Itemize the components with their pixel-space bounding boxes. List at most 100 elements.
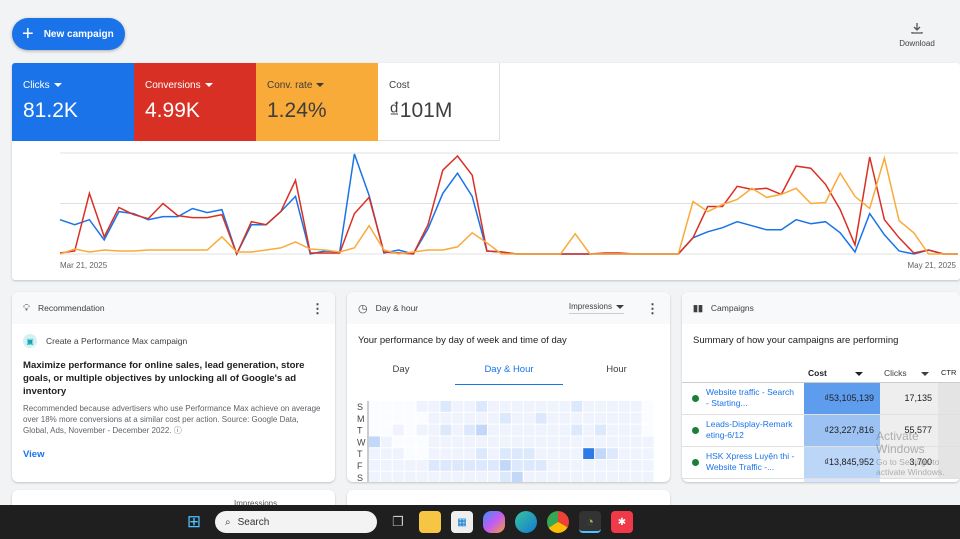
windows-start-icon[interactable]: ⊞ — [183, 511, 205, 533]
tab-day-hour[interactable]: Day & Hour — [455, 364, 563, 385]
heatmap-cell[interactable] — [476, 424, 487, 436]
help-icon[interactable]: ⓘ — [174, 426, 182, 435]
scorecard-clicks[interactable]: Clicks 81.2K — [12, 63, 134, 141]
heatmap-cell[interactable] — [523, 448, 535, 459]
scorecard-conversions[interactable]: Conversions 4.99K — [134, 63, 256, 141]
heatmap-cell[interactable] — [618, 436, 630, 448]
edge-icon[interactable] — [515, 511, 537, 533]
heatmap-cell[interactable] — [499, 460, 511, 471]
heatmap-cell[interactable] — [404, 424, 416, 436]
app-icon[interactable]: ◔ — [579, 511, 601, 533]
heatmap-cell[interactable] — [369, 412, 380, 424]
heatmap-cell[interactable] — [511, 424, 523, 436]
heatmap-cell[interactable] — [607, 401, 618, 412]
heatmap-cell[interactable] — [428, 460, 440, 471]
heatmap-cell[interactable] — [499, 401, 511, 412]
heatmap-cell[interactable] — [476, 471, 487, 482]
heatmap-cell[interactable] — [618, 412, 630, 424]
heatmap-cell[interactable] — [535, 448, 547, 459]
column-header-cost[interactable]: Cost — [804, 364, 880, 382]
heatmap-cell[interactable] — [511, 401, 523, 412]
scorecard-cost[interactable]: Cost ₫101M — [378, 63, 500, 141]
heatmap-cell[interactable] — [618, 471, 630, 482]
heatmap-cell[interactable] — [464, 471, 476, 482]
heatmap-cell[interactable] — [630, 460, 642, 471]
campaign-name-link[interactable]: Website traffic - Search - Starting... — [706, 387, 798, 409]
campaign-row[interactable]: Awareness & consideration - Video ₫5,477… — [682, 478, 960, 482]
heatmap-cell[interactable] — [428, 412, 440, 424]
copilot-icon[interactable] — [483, 511, 505, 533]
heatmap-cell[interactable] — [464, 424, 476, 436]
heatmap-cell[interactable] — [523, 412, 535, 424]
column-header-clicks[interactable]: Clicks — [880, 364, 938, 382]
heatmap-cell[interactable] — [464, 412, 476, 424]
heatmap-cell[interactable] — [440, 471, 452, 482]
heatmap-cell[interactable] — [547, 448, 559, 459]
heatmap-cell[interactable] — [595, 448, 606, 459]
more-options-icon[interactable]: ⋮ — [311, 302, 324, 315]
heatmap-cell[interactable] — [511, 471, 523, 482]
heatmap-cell[interactable] — [595, 460, 606, 471]
heatmap-cell[interactable] — [583, 424, 595, 436]
heatmap-cell[interactable] — [499, 436, 511, 448]
heatmap-cell[interactable] — [452, 401, 464, 412]
heatmap-cell[interactable] — [476, 436, 487, 448]
heatmap-cell[interactable] — [369, 471, 380, 482]
heatmap-cell[interactable] — [618, 424, 630, 436]
heatmap-cell[interactable] — [618, 448, 630, 459]
heatmap-cell[interactable] — [488, 436, 499, 448]
heatmap-cell[interactable] — [535, 401, 547, 412]
heatmap-cell[interactable] — [607, 471, 618, 482]
heatmap-cell[interactable] — [642, 412, 654, 424]
heatmap-cell[interactable] — [440, 436, 452, 448]
heatmap-cell[interactable] — [380, 448, 392, 459]
heatmap-cell[interactable] — [559, 412, 571, 424]
heatmap-cell[interactable] — [571, 460, 583, 471]
heatmap-cell[interactable] — [607, 424, 618, 436]
scorecard-conv-rate[interactable]: Conv. rate 1.24% — [256, 63, 378, 141]
heatmap-cell[interactable] — [392, 471, 404, 482]
heatmap-cell[interactable] — [380, 471, 392, 482]
heatmap-cell[interactable] — [559, 424, 571, 436]
heatmap-cell[interactable] — [630, 436, 642, 448]
heatmap-cell[interactable] — [440, 412, 452, 424]
heatmap-cell[interactable] — [499, 471, 511, 482]
heatmap-cell[interactable] — [452, 436, 464, 448]
heatmap-cell[interactable] — [404, 460, 416, 471]
heatmap-cell[interactable] — [464, 460, 476, 471]
heatmap-cell[interactable] — [547, 424, 559, 436]
heatmap-cell[interactable] — [452, 471, 464, 482]
heatmap-cell[interactable] — [535, 412, 547, 424]
taskbar-search[interactable]: ⌕ Search — [215, 511, 377, 533]
heatmap-cell[interactable] — [559, 448, 571, 459]
heatmap-cell[interactable] — [630, 448, 642, 459]
heatmap-cell[interactable] — [571, 401, 583, 412]
heatmap-cell[interactable] — [416, 460, 428, 471]
heatmap-cell[interactable] — [618, 401, 630, 412]
heatmap-cell[interactable] — [392, 412, 404, 424]
heatmap-cell[interactable] — [607, 460, 618, 471]
heatmap-cell[interactable] — [642, 471, 654, 482]
heatmap-cell[interactable] — [452, 424, 464, 436]
heatmap-cell[interactable] — [607, 448, 618, 459]
heatmap-cell[interactable] — [476, 460, 487, 471]
heatmap-cell[interactable] — [452, 448, 464, 459]
new-campaign-button[interactable]: + New campaign — [12, 18, 125, 50]
heatmap-cell[interactable] — [571, 412, 583, 424]
heatmap-cell[interactable] — [369, 401, 380, 412]
heatmap-cell[interactable] — [547, 412, 559, 424]
campaign-row[interactable]: Website traffic - Search - Starting... ₫… — [682, 382, 960, 414]
heatmap-cell[interactable] — [571, 436, 583, 448]
heatmap-cell[interactable] — [440, 448, 452, 459]
heatmap-cell[interactable] — [523, 471, 535, 482]
heatmap-cell[interactable] — [392, 436, 404, 448]
heatmap-cell[interactable] — [404, 448, 416, 459]
heatmap-cell[interactable] — [464, 401, 476, 412]
heatmap-cell[interactable] — [607, 436, 618, 448]
heatmap-cell[interactable] — [642, 401, 654, 412]
heatmap-cell[interactable] — [547, 460, 559, 471]
heatmap-cell[interactable] — [380, 401, 392, 412]
heatmap-cell[interactable] — [559, 460, 571, 471]
heatmap-cell[interactable] — [428, 436, 440, 448]
heatmap-cell[interactable] — [618, 460, 630, 471]
